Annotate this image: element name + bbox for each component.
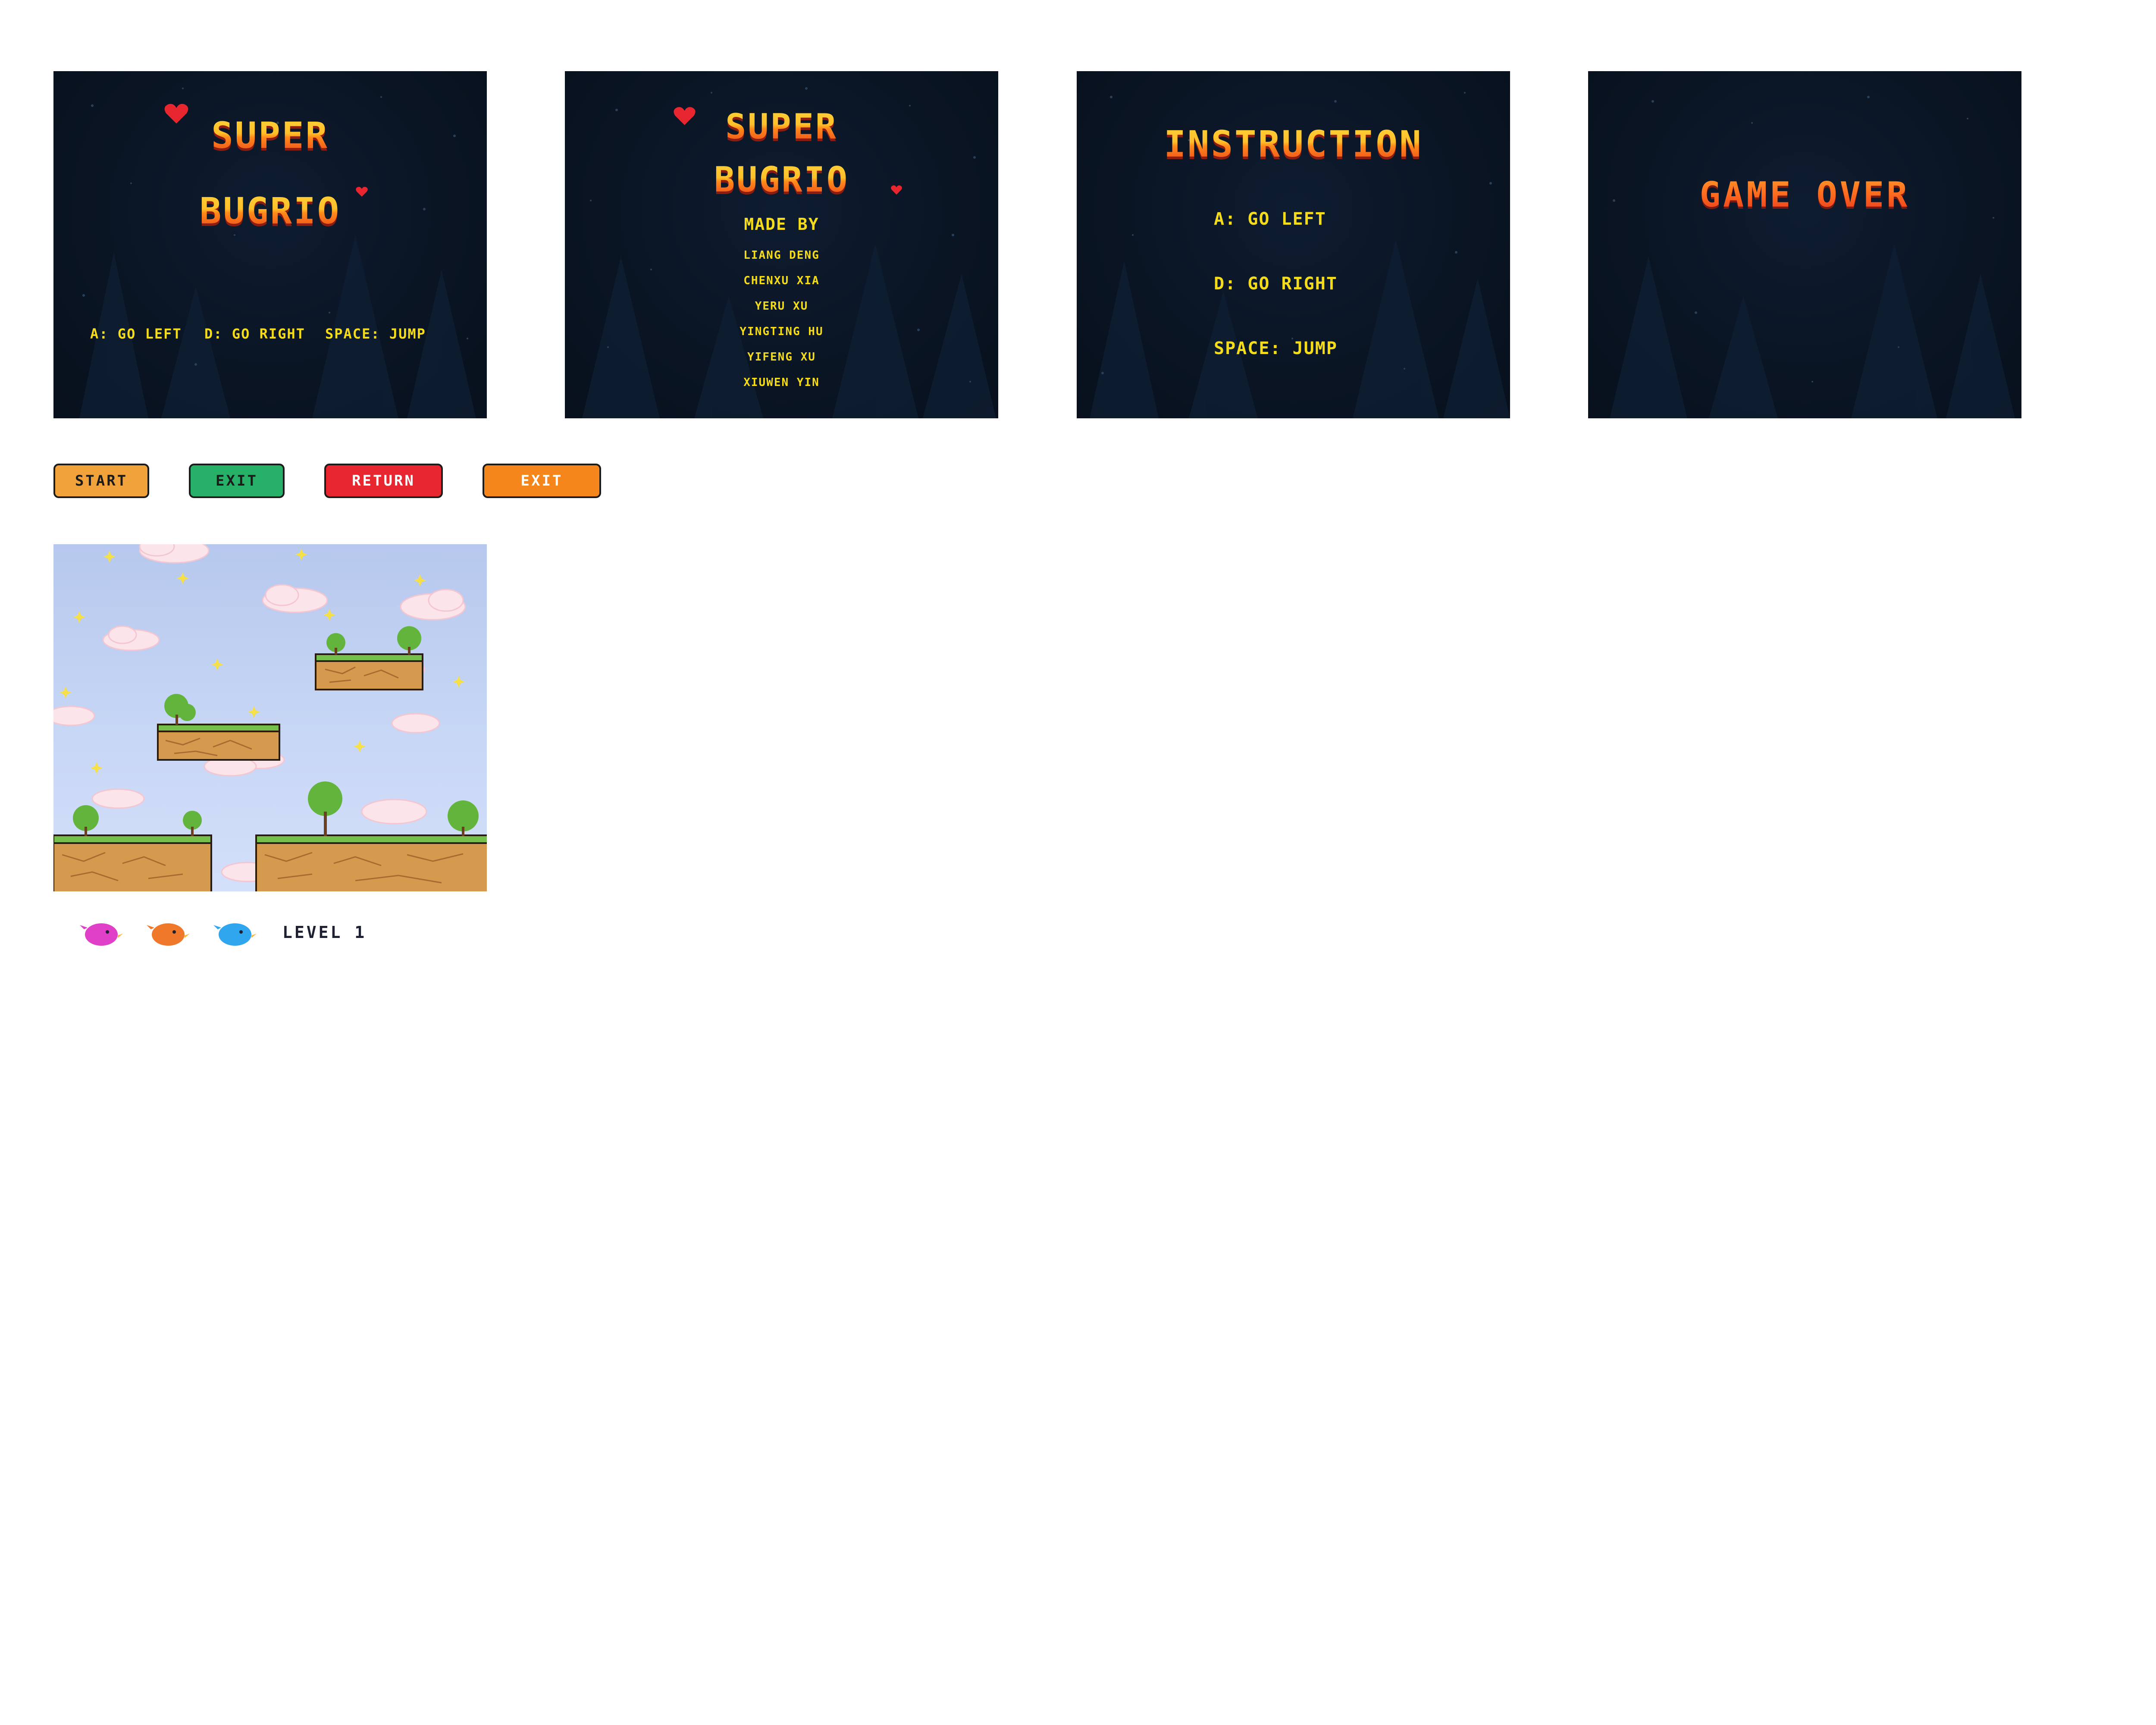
credit-name: CHENXU XIA: [743, 274, 820, 287]
instruction-title: INSTRUCTION: [1077, 123, 1510, 165]
ground-right: [255, 781, 487, 891]
control-right-hint: D: GO RIGHT: [204, 326, 305, 342]
control-jump-hint: SPACE: JUMP: [325, 326, 426, 342]
instruction-jump: SPACE: JUMP: [1214, 339, 1338, 358]
credit-name: YINGTING HU: [740, 325, 824, 338]
level-map: [53, 544, 487, 891]
pink-bird-icon: [80, 923, 123, 946]
return-button[interactable]: RETURN: [324, 464, 443, 498]
game-title-line1: SUPER: [53, 114, 487, 157]
gameplay-scene: [53, 544, 487, 891]
orange-bird-icon: [147, 923, 190, 946]
exit-button-alt[interactable]: EXIT: [483, 464, 601, 498]
instruction-left: A: GO LEFT: [1214, 209, 1326, 229]
credit-name: YERU XU: [755, 300, 808, 313]
night-forest-background: [1610, 96, 2015, 418]
game-over-screen-panel: GAME OVER: [1588, 71, 2021, 418]
level-indicator: LEVEL 1: [282, 923, 367, 942]
blue-bird-icon: [213, 923, 257, 946]
game-over-title: GAME OVER: [1588, 175, 2021, 215]
clouds: [53, 544, 466, 882]
ground-left: [53, 805, 212, 891]
floating-platform: [157, 694, 280, 761]
game-title-line2: BUGRIO: [565, 160, 998, 200]
game-title-line1: SUPER: [565, 107, 998, 147]
instruction-right: D: GO RIGHT: [1214, 274, 1338, 294]
credit-name: YIFENG XU: [747, 351, 816, 364]
instruction-screen-panel: INSTRUCTION A: GO LEFT D: GO RIGHT SPACE…: [1077, 71, 1510, 418]
exit-button[interactable]: EXIT: [189, 464, 285, 498]
start-button[interactable]: START: [53, 464, 149, 498]
game-title-line2: BUGRIO: [53, 190, 487, 232]
floating-platform: [315, 626, 423, 690]
credit-name: LIANG DENG: [743, 249, 820, 262]
credits-screen-panel: SUPER BUGRIO MADE BY LIANG DENG CHENXU X…: [565, 71, 998, 418]
made-by-heading: MADE BY: [744, 215, 819, 234]
credit-name: XIUWEN YIN: [743, 376, 820, 389]
title-screen-panel: SUPER BUGRIO A: GO LEFT D: GO RIGHT SPAC…: [53, 71, 487, 418]
control-left-hint: A: GO LEFT: [90, 326, 182, 342]
